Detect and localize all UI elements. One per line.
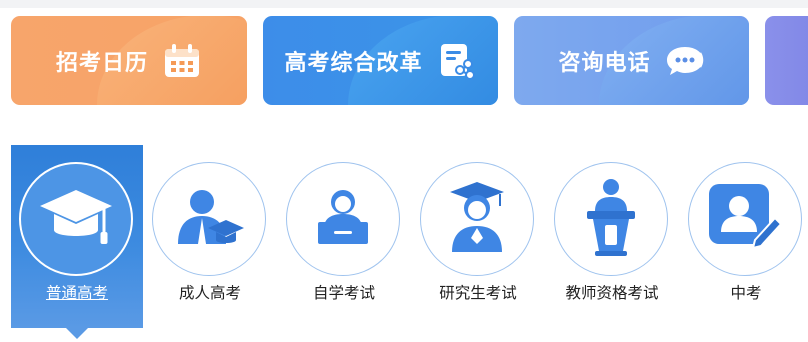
quick-link-label: 高考综合改革 <box>284 50 423 76</box>
tab-label: 成人高考 <box>178 284 241 302</box>
adult-graduate-icon <box>170 182 248 256</box>
document-share-icon <box>437 41 477 81</box>
tab-icon-circle <box>688 162 802 276</box>
active-tab-pointer <box>66 328 88 339</box>
tab-icon-circle <box>152 162 266 276</box>
tab-icon-circle <box>420 162 534 276</box>
tab-postgraduate-exam[interactable]: 研究生考试 <box>412 145 544 328</box>
student-card-icon <box>707 182 783 256</box>
tab-zhongkao[interactable]: 中考 <box>680 145 808 328</box>
top-bar <box>0 0 808 8</box>
tab-adult-gaokao[interactable]: 成人高考 <box>144 145 276 328</box>
tab-icon-circle <box>554 162 668 276</box>
quick-link-exam-calendar[interactable]: 招考日历 <box>11 16 247 105</box>
calendar-icon <box>162 41 202 81</box>
quick-link-label: 咨询电话 <box>558 50 651 76</box>
quick-link-label: 招考日历 <box>55 50 148 76</box>
graduation-cap-icon <box>36 182 116 256</box>
tab-label: 教师资格考试 <box>565 284 659 302</box>
tab-general-gaokao[interactable]: 普通高考 <box>11 145 143 339</box>
tab-label: 研究生考试 <box>439 284 517 302</box>
quick-link-hotline[interactable]: 咨询电话 <box>514 16 749 105</box>
quick-link-gaokao-reform[interactable]: 高考综合改革 <box>263 16 498 105</box>
tab-label: 中考 <box>730 284 762 302</box>
tab-icon-circle <box>286 162 400 276</box>
graduate-student-icon <box>442 180 512 258</box>
tab-icon-circle <box>19 162 133 276</box>
tab-label: 自学考试 <box>312 284 375 302</box>
teacher-podium-icon <box>579 177 643 261</box>
tab-teacher-qualification-exam[interactable]: 教师资格考试 <box>546 145 678 328</box>
tab-label: 普通高考 <box>45 284 108 302</box>
chat-bubble-icon <box>665 41 705 81</box>
laptop-student-icon <box>308 182 378 256</box>
quick-link-more[interactable] <box>765 16 808 105</box>
tab-self-study-exam[interactable]: 自学考试 <box>278 145 410 328</box>
